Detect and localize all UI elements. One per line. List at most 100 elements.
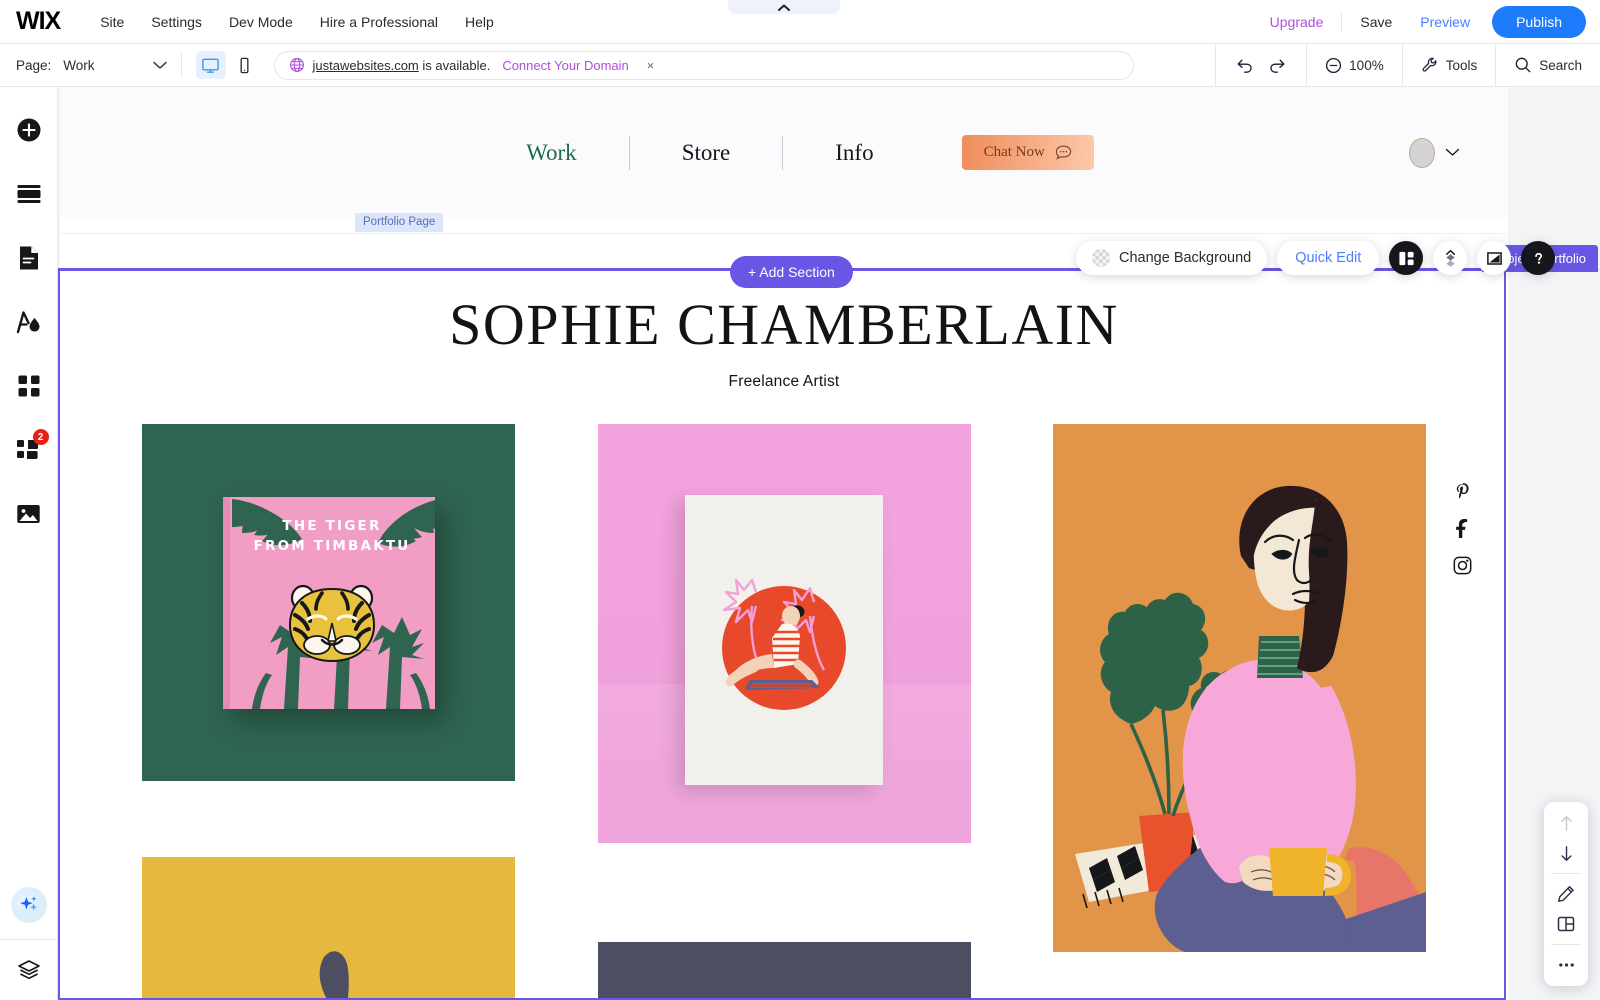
sidebar-item-add-section[interactable] bbox=[8, 173, 50, 215]
section-animation-button[interactable] bbox=[1433, 241, 1468, 275]
wix-logo[interactable]: WIX bbox=[16, 7, 61, 36]
plus-circle-icon bbox=[17, 118, 40, 142]
avatar bbox=[1409, 137, 1435, 168]
main-menu: Site Settings Dev Mode Hire a Profession… bbox=[88, 8, 506, 36]
nav-link-work[interactable]: Work bbox=[474, 140, 629, 166]
section-floating-toolbar: Change Background Quick Edit bbox=[1076, 241, 1556, 275]
gallery-item-navy[interactable] bbox=[597, 942, 971, 1000]
sidebar-item-site-design[interactable] bbox=[8, 301, 50, 343]
close-banner-button[interactable]: × bbox=[647, 58, 655, 73]
ai-assistant-button[interactable] bbox=[10, 887, 47, 923]
editor-canvas[interactable]: Work Store Info Chat Now SOPHIE CHAMBERL… bbox=[58, 87, 1600, 1000]
publish-button[interactable]: Publish bbox=[1492, 5, 1586, 38]
zoom-level: 100% bbox=[1349, 57, 1384, 73]
instagram-icon bbox=[1453, 556, 1472, 575]
book-cover-artwork: THE TIGER FROM TIMBAKTU bbox=[222, 496, 435, 709]
site-header[interactable]: Work Store Info Chat Now bbox=[60, 87, 1508, 218]
left-sidebar: 2 bbox=[0, 87, 58, 1000]
chevron-up-icon bbox=[778, 4, 790, 11]
help-icon bbox=[1529, 249, 1547, 267]
more-options-button[interactable] bbox=[1544, 950, 1588, 980]
background-swatch-icon bbox=[1092, 249, 1110, 267]
redo-icon bbox=[1270, 59, 1285, 73]
menu-item-hire-a-professional[interactable]: Hire a Professional bbox=[308, 8, 450, 36]
zoom-out-button[interactable]: 100% bbox=[1325, 57, 1384, 74]
chat-bubble-icon bbox=[1055, 145, 1071, 160]
nav-link-store[interactable]: Store bbox=[630, 140, 783, 166]
pencil-icon bbox=[1557, 885, 1574, 903]
site-preview[interactable]: Work Store Info Chat Now SOPHIE CHAMBERL… bbox=[60, 87, 1508, 1000]
undo-button[interactable] bbox=[1234, 57, 1254, 74]
divider bbox=[180, 52, 182, 78]
change-background-button[interactable]: Change Background bbox=[1076, 241, 1268, 275]
domain-banner: justawebsites.com is available. Connect … bbox=[273, 50, 1134, 80]
move-down-arrow-icon bbox=[1560, 845, 1572, 861]
social-link-instagram[interactable] bbox=[1453, 556, 1472, 575]
woman-with-plant-illustration bbox=[1053, 424, 1426, 952]
gallery-item-yellow[interactable] bbox=[142, 857, 515, 1000]
sidebar-item-pages-and-menu[interactable] bbox=[8, 237, 50, 279]
layout-icon bbox=[1399, 251, 1414, 265]
sidebar-item-layers[interactable] bbox=[0, 940, 57, 1000]
nav-link-info[interactable]: Info bbox=[783, 140, 925, 166]
divider bbox=[60, 233, 1508, 234]
social-link-pinterest[interactable] bbox=[1453, 482, 1472, 501]
page-selector-dropdown[interactable] bbox=[152, 61, 167, 70]
section-stretch-button[interactable] bbox=[1477, 241, 1512, 275]
tools-label: Tools bbox=[1445, 57, 1478, 73]
upgrade-button[interactable]: Upgrade bbox=[1256, 8, 1338, 36]
save-button[interactable]: Save bbox=[1346, 8, 1406, 36]
member-account-menu[interactable] bbox=[1409, 137, 1460, 168]
section-layout-toggle-button[interactable] bbox=[1544, 909, 1588, 939]
portfolio-gallery: THE TIGER FROM TIMBAKTU bbox=[60, 424, 1508, 1000]
connect-domain-link[interactable]: Connect Your Domain bbox=[502, 58, 628, 73]
quick-edit-button[interactable]: Quick Edit bbox=[1277, 241, 1380, 275]
animation-icon bbox=[1445, 249, 1455, 267]
collapse-toolbar-handle[interactable] bbox=[728, 0, 840, 14]
social-link-facebook[interactable] bbox=[1453, 519, 1472, 538]
current-page-name[interactable]: Work bbox=[63, 58, 94, 73]
redo-button[interactable] bbox=[1268, 57, 1288, 74]
section-help-button[interactable] bbox=[1521, 241, 1556, 275]
search-icon bbox=[1515, 57, 1531, 73]
book-title-line1: THE TIGER bbox=[282, 517, 382, 534]
preview-button[interactable]: Preview bbox=[1406, 8, 1484, 36]
hero-section[interactable]: SOPHIE CHAMBERLAIN Freelance Artist bbox=[60, 271, 1508, 391]
divider bbox=[1551, 873, 1581, 874]
edit-section-button[interactable] bbox=[1544, 879, 1588, 909]
desktop-view-button[interactable] bbox=[195, 51, 226, 79]
chat-now-button[interactable]: Chat Now bbox=[961, 135, 1094, 170]
gallery-item-tiger-book[interactable]: THE TIGER FROM TIMBAKTU bbox=[142, 424, 515, 781]
sidebar-item-add-elements[interactable] bbox=[8, 109, 50, 151]
add-section-button[interactable]: + Add Section bbox=[730, 256, 853, 288]
domain-name[interactable]: justawebsites.com bbox=[313, 58, 419, 73]
image-icon bbox=[17, 505, 40, 523]
sidebar-item-my-business[interactable]: 2 bbox=[8, 429, 50, 471]
section-layout-button[interactable] bbox=[1389, 241, 1424, 275]
page-subtitle: Freelance Artist bbox=[728, 372, 840, 390]
gallery-item-woman-with-plant[interactable] bbox=[1053, 424, 1426, 952]
menu-item-settings[interactable]: Settings bbox=[139, 8, 214, 36]
gallery-item-beach-poster[interactable] bbox=[597, 424, 971, 843]
wrench-icon bbox=[1422, 57, 1437, 72]
facebook-icon bbox=[1456, 519, 1468, 538]
page-icon bbox=[19, 246, 38, 270]
chevron-down-icon bbox=[152, 61, 167, 69]
move-section-up-button[interactable] bbox=[1544, 808, 1588, 838]
layout-split-icon bbox=[1557, 916, 1575, 932]
mobile-view-button[interactable] bbox=[230, 51, 260, 79]
search-button[interactable]: Search bbox=[1514, 56, 1582, 74]
move-up-arrow-icon bbox=[1560, 815, 1572, 831]
menu-item-site[interactable]: Site bbox=[88, 8, 136, 36]
menu-item-dev-mode[interactable]: Dev Mode bbox=[217, 8, 305, 36]
move-section-down-button[interactable] bbox=[1544, 838, 1588, 868]
poster-artwork bbox=[685, 495, 883, 785]
sidebar-item-media[interactable] bbox=[8, 493, 50, 535]
tools-button[interactable]: Tools bbox=[1421, 56, 1478, 74]
notification-badge: 2 bbox=[32, 429, 49, 445]
book-title-line2: FROM TIMBAKTU bbox=[253, 538, 411, 555]
sidebar-bottom bbox=[0, 887, 57, 1000]
sidebar-item-apps[interactable] bbox=[8, 365, 50, 407]
ai-assistant-icon bbox=[19, 896, 37, 911]
menu-item-help[interactable]: Help bbox=[453, 8, 506, 36]
